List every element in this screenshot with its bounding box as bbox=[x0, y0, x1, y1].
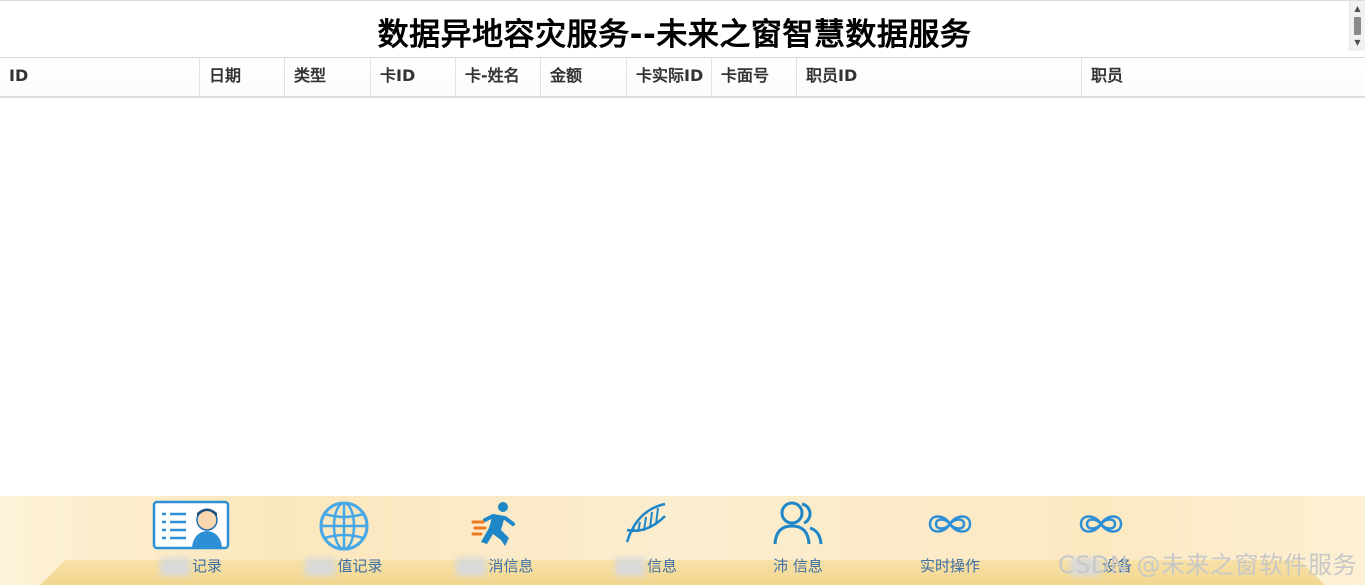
column-header-staff-id[interactable]: 职员ID bbox=[797, 58, 1082, 96]
scroll-up-icon[interactable]: ▲ bbox=[1350, 2, 1365, 16]
table-header: ID 日期 类型 卡ID 卡-姓名 金额 卡实际ID 卡面号 职员ID 职员 bbox=[0, 57, 1365, 98]
infinity-icon bbox=[1079, 515, 1123, 533]
dock-label-records: 记录 bbox=[136, 555, 246, 576]
dna-icon bbox=[625, 502, 666, 543]
dock-item-info[interactable]: 信息 bbox=[591, 496, 701, 585]
scroll-thumb[interactable] bbox=[1354, 17, 1361, 35]
id-card-icon bbox=[152, 500, 230, 550]
watermark: CSDN @未来之窗软件服务 bbox=[1057, 551, 1357, 579]
running-man-icon bbox=[471, 502, 515, 546]
dock-label-consume-info: 消信息 bbox=[440, 555, 550, 576]
title-bar: 数据异地容灾服务--未来之窗智慧数据服务 ▲ ▼ bbox=[0, 0, 1365, 57]
column-header-id[interactable]: ID bbox=[0, 58, 200, 96]
dock-item-consume-info[interactable]: 消信息 bbox=[440, 496, 550, 585]
users-icon bbox=[773, 501, 823, 545]
page-title: 数据异地容灾服务--未来之窗智慧数据服务 bbox=[377, 17, 972, 53]
scroll-down-icon[interactable]: ▼ bbox=[1350, 36, 1365, 50]
globe-icon bbox=[319, 501, 369, 551]
dock-label-realtime-ops: 实时操作 bbox=[919, 557, 980, 575]
column-header-date[interactable]: 日期 bbox=[200, 58, 285, 96]
dock-label-topup-records: 值记录 bbox=[289, 555, 399, 576]
column-header-card-name[interactable]: 卡-姓名 bbox=[456, 58, 541, 96]
column-header-staff[interactable]: 职员 bbox=[1082, 58, 1365, 96]
scrollbar[interactable]: ▲ ▼ bbox=[1349, 1, 1365, 51]
dock-item-topup-records[interactable]: 值记录 bbox=[289, 496, 399, 585]
column-header-card-id[interactable]: 卡ID bbox=[371, 58, 456, 96]
dock-item-realtime-ops[interactable]: 实时操作 bbox=[895, 496, 1005, 585]
infinity-icon bbox=[928, 515, 972, 533]
dock-label-info: 信息 bbox=[591, 555, 701, 576]
dock-item-records[interactable]: 记录 bbox=[136, 496, 246, 585]
column-header-card-face-number[interactable]: 卡面号 bbox=[712, 58, 797, 96]
column-header-amount[interactable]: 金额 bbox=[541, 58, 627, 96]
dock-label-member-info: 沛 信息 bbox=[773, 557, 823, 575]
column-header-type[interactable]: 类型 bbox=[285, 58, 371, 96]
column-header-card-actual-id[interactable]: 卡实际ID bbox=[627, 58, 712, 96]
dock-item-member-info[interactable]: 沛 信息 bbox=[743, 496, 853, 585]
